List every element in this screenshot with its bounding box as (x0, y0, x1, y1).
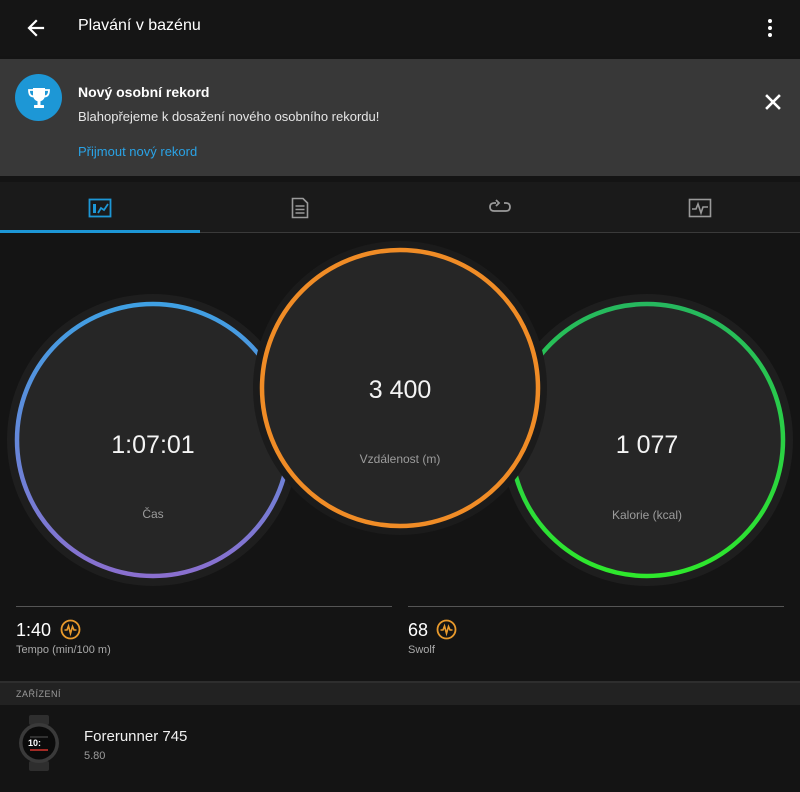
calories-label: Kalorie (kcal) (611, 508, 683, 522)
more-vertical-icon (768, 19, 772, 37)
overflow-menu-button[interactable] (756, 12, 784, 44)
active-tab-indicator (0, 230, 200, 233)
tab-charts[interactable] (600, 182, 800, 233)
summary-chart-icon (88, 198, 112, 217)
swolf-wave-icon[interactable] (436, 619, 457, 640)
tab-details[interactable] (200, 182, 400, 233)
time-label: Čas (142, 507, 164, 521)
swolf-divider (408, 606, 784, 607)
device-row[interactable] (0, 705, 800, 792)
tab-summary[interactable] (0, 182, 200, 233)
distance-label: Vzdálenost (m) (359, 452, 441, 466)
back-button[interactable] (20, 12, 52, 44)
tab-laps[interactable] (400, 182, 600, 233)
pace-label: Tempo (min/100 m) (16, 644, 111, 656)
close-banner-button[interactable] (760, 89, 786, 115)
arrow-left-icon (27, 19, 45, 37)
trophy-badge (15, 74, 62, 121)
pace-value: 1:40 (16, 620, 52, 640)
stats-panel: 1:07:01 Čas 3 400 Vzdálenost (m) 1 077 K… (0, 234, 800, 606)
accept-record-link[interactable]: Přijmout nový rekord (78, 144, 197, 159)
pace-wave-icon[interactable] (60, 619, 81, 640)
watch-time-text: 10: (28, 738, 41, 748)
device-name: Forerunner 745 (84, 728, 188, 745)
device-version: 5.80 (84, 750, 106, 762)
calories-value: 1 077 (615, 431, 679, 459)
banner-message: Blahopřejeme k dosažení nového osobního … (78, 109, 380, 124)
document-list-icon (291, 197, 309, 218)
close-icon (765, 94, 781, 110)
swolf-value: 68 (408, 620, 429, 640)
tab-bar (0, 182, 800, 233)
swolf-label: Swolf (408, 644, 435, 656)
graph-icon (688, 198, 712, 217)
page-title: Plavání v bazénu (78, 17, 201, 34)
watch-icon: 10: (19, 715, 59, 771)
trophy-icon (27, 87, 50, 108)
distance-value: 3 400 (368, 376, 432, 404)
laps-loop-icon (489, 198, 511, 212)
banner-title: Nový osobní rekord (78, 84, 210, 100)
stat-rings (7, 241, 793, 586)
pace-divider (16, 606, 392, 607)
time-value: 1:07:01 (111, 431, 195, 459)
devices-section-label: ZAŘÍZENÍ (16, 689, 62, 699)
devices-section-header (0, 683, 800, 705)
